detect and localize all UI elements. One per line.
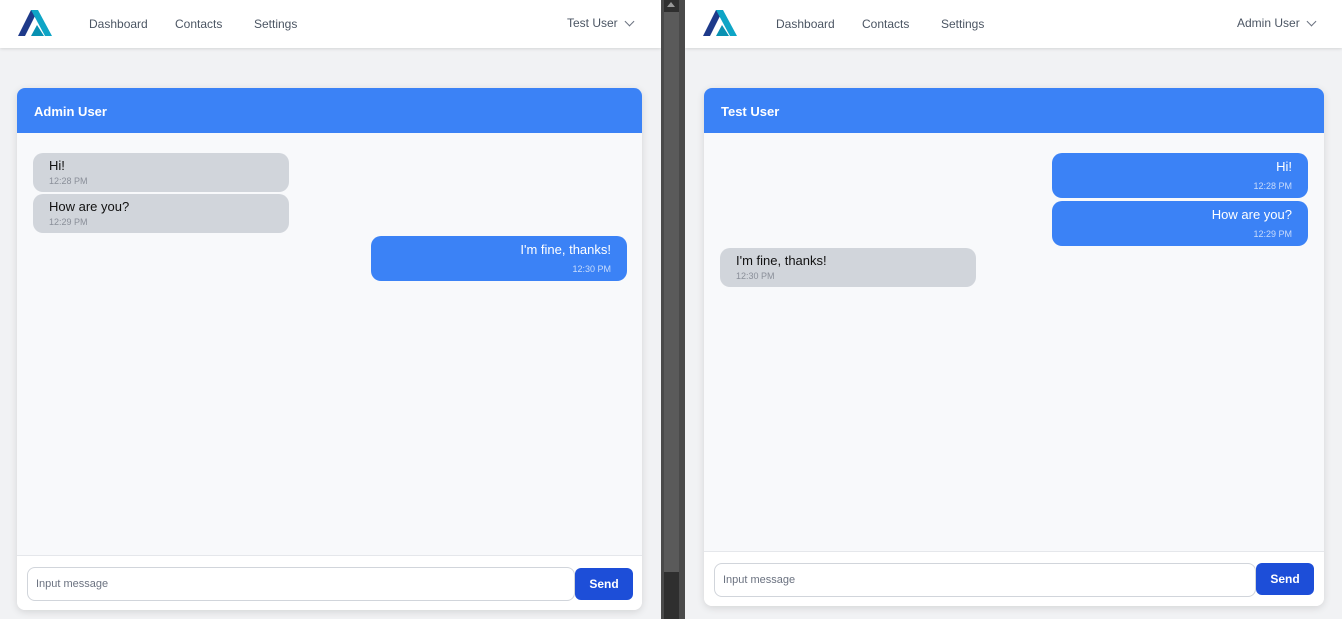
message-input[interactable] bbox=[27, 567, 575, 601]
scrollbar-thumb[interactable] bbox=[664, 12, 679, 572]
chat-header: Test User bbox=[704, 88, 1324, 133]
message-text: I'm fine, thanks! bbox=[736, 253, 827, 268]
brand-logo-icon[interactable] bbox=[703, 9, 739, 37]
message-bubble-sent: How are you? 12:29 PM bbox=[1052, 201, 1308, 246]
nav-dashboard-link[interactable]: Dashboard bbox=[776, 17, 835, 31]
user-menu-dropdown[interactable]: Test User bbox=[567, 16, 635, 30]
chat-window: Admin User Hi! 12:28 PM How are you? 12:… bbox=[17, 88, 642, 610]
message-text: Hi! bbox=[49, 158, 65, 173]
message-timestamp: 12:30 PM bbox=[736, 271, 775, 281]
chat-window: Test User Hi! 12:28 PM How are you? 12:2… bbox=[704, 88, 1324, 606]
message-timestamp: 12:29 PM bbox=[49, 217, 88, 227]
nav-settings-link[interactable]: Settings bbox=[254, 17, 297, 31]
message-timestamp: 12:28 PM bbox=[49, 176, 88, 186]
message-bubble-received: How are you? 12:29 PM bbox=[33, 194, 289, 233]
message-text: How are you? bbox=[49, 199, 130, 214]
top-navbar: Dashboard Contacts Settings Test User bbox=[0, 0, 661, 48]
message-text: Hi! bbox=[1276, 159, 1292, 174]
message-composer: Send bbox=[704, 551, 1324, 606]
message-bubble-received: I'm fine, thanks! 12:30 PM bbox=[720, 248, 976, 287]
send-button[interactable]: Send bbox=[575, 568, 633, 600]
chevron-down-icon bbox=[624, 16, 635, 26]
nav-contacts-link[interactable]: Contacts bbox=[862, 17, 909, 31]
user-menu-label: Admin User bbox=[1237, 16, 1300, 30]
chevron-down-icon bbox=[1306, 16, 1317, 26]
message-timestamp: 12:30 PM bbox=[572, 264, 611, 274]
message-timestamp: 12:29 PM bbox=[1253, 229, 1292, 239]
nav-settings-link[interactable]: Settings bbox=[941, 17, 984, 31]
right-browser-pane: Dashboard Contacts Settings Admin User T… bbox=[685, 0, 1342, 619]
chat-header: Admin User bbox=[17, 88, 642, 133]
top-navbar: Dashboard Contacts Settings Admin User bbox=[685, 0, 1342, 48]
brand-logo-icon[interactable] bbox=[18, 9, 54, 37]
left-browser-pane: Dashboard Contacts Settings Test User Ad… bbox=[0, 0, 661, 619]
scroll-up-icon[interactable] bbox=[667, 2, 675, 7]
message-composer: Send bbox=[17, 555, 642, 610]
message-input[interactable] bbox=[714, 563, 1256, 597]
window-divider bbox=[661, 0, 685, 619]
nav-dashboard-link[interactable]: Dashboard bbox=[89, 17, 148, 31]
message-text: I'm fine, thanks! bbox=[520, 242, 611, 257]
message-bubble-received: Hi! 12:28 PM bbox=[33, 153, 289, 192]
user-menu-dropdown[interactable]: Admin User bbox=[1237, 16, 1317, 30]
message-bubble-sent: I'm fine, thanks! 12:30 PM bbox=[371, 236, 627, 281]
send-button[interactable]: Send bbox=[1256, 563, 1314, 595]
message-timestamp: 12:28 PM bbox=[1253, 181, 1292, 191]
nav-contacts-link[interactable]: Contacts bbox=[175, 17, 222, 31]
message-bubble-sent: Hi! 12:28 PM bbox=[1052, 153, 1308, 198]
user-menu-label: Test User bbox=[567, 16, 618, 30]
message-text: How are you? bbox=[1211, 207, 1292, 222]
